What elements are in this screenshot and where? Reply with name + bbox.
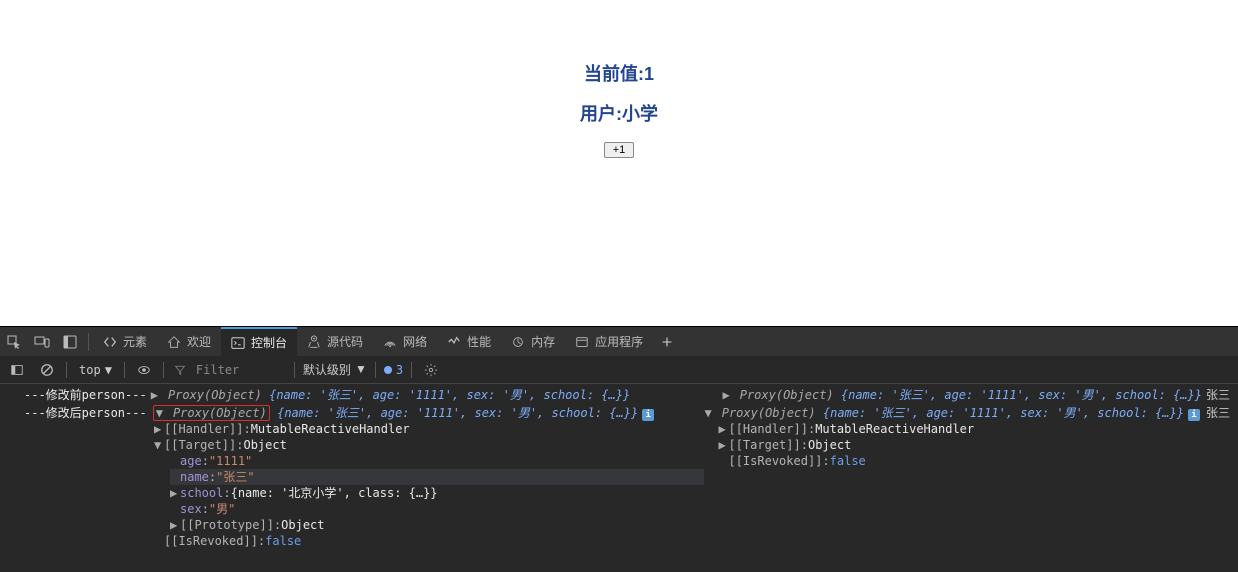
proxy-expanded[interactable]: ▼ Proxy(Object) {name: '张三', age: '1111'…: [704, 405, 1200, 421]
info-icon[interactable]: i: [1188, 409, 1200, 421]
filter-separator: [294, 362, 295, 378]
device-toggle-icon[interactable]: [28, 327, 56, 357]
toggle-sidebar-icon[interactable]: [6, 359, 28, 381]
filter-input[interactable]: [196, 363, 286, 377]
plus-one-button[interactable]: +1: [604, 142, 635, 158]
disclosure-right-icon[interactable]: ▶: [722, 387, 732, 403]
tab-network[interactable]: 网络: [373, 327, 437, 357]
tab-performance[interactable]: 性能: [437, 327, 501, 357]
context-selector[interactable]: top ▼: [75, 361, 116, 379]
tree-handler[interactable]: ▶[[Handler]]: MutableReactiveHandler: [718, 421, 1230, 437]
tab-elements-label: 元素: [123, 333, 147, 350]
tree-target[interactable]: ▶[[Target]]: Object: [718, 437, 1230, 453]
tree-prototype[interactable]: ▶[[Prototype]]: Object: [170, 517, 704, 533]
filter-icon: [172, 359, 188, 381]
disclosure-right-icon[interactable]: ▶: [154, 421, 164, 437]
tab-sources[interactable]: 源代码: [297, 327, 373, 357]
content-block: 当前值:1 用户:小学 +1: [580, 60, 658, 158]
filter-separator: [163, 362, 164, 378]
disclosure-down-icon[interactable]: ▼: [156, 405, 166, 421]
tab-application[interactable]: 应用程序: [565, 327, 653, 357]
tree-handler[interactable]: ▶[[Handler]]: MutableReactiveHandler: [154, 421, 704, 437]
disclosure-down-icon[interactable]: ▼: [154, 437, 164, 453]
disclosure-right-icon[interactable]: ▶: [718, 437, 728, 453]
tab-separator: [88, 333, 89, 351]
log-entry-after: ---修改后person--- ▼ Proxy(Object) {name: '…: [0, 404, 1238, 550]
current-value-heading: 当前值:1: [580, 60, 658, 86]
current-label: 当前值:: [584, 64, 644, 84]
log-level-selector[interactable]: 默认级别 ▼: [303, 361, 367, 378]
tab-welcome-label: 欢迎: [187, 333, 211, 350]
page-content: 当前值:1 用户:小学 +1: [0, 0, 1238, 326]
filter-separator: [411, 362, 412, 378]
log-label: ---修改前person---: [24, 387, 147, 403]
tree-target[interactable]: ▼[[Target]]: Object: [154, 437, 704, 453]
proxy-collapsed[interactable]: ▶ Proxy(Object) {name: '张三', age: '1111'…: [151, 387, 631, 403]
issue-dot-icon: [384, 366, 392, 374]
user-label: 用户:: [580, 104, 622, 124]
settings-icon[interactable]: [420, 359, 442, 381]
user-heading: 用户:小学: [580, 100, 658, 126]
tab-welcome[interactable]: 欢迎: [157, 327, 221, 357]
user-value: 小学: [622, 104, 658, 124]
proxy-collapsed[interactable]: ▶ Proxy(Object) {name: '张三', age: '1111'…: [722, 387, 1202, 403]
clear-console-icon[interactable]: [36, 359, 58, 381]
tab-network-label: 网络: [403, 333, 427, 350]
disclosure-right-icon[interactable]: ▶: [151, 387, 161, 403]
tree-sex[interactable]: sex: "男": [170, 501, 704, 517]
chevron-down-icon: ▼: [105, 363, 112, 377]
tree-age[interactable]: age: "1111": [170, 453, 704, 469]
info-icon[interactable]: i: [642, 409, 654, 421]
tree-school[interactable]: ▶school: {name: '北京小学', class: {…}}: [170, 485, 704, 501]
dock-icon[interactable]: [56, 327, 84, 357]
devtools-panel: 元素 欢迎 控制台 源代码 网络 性能 内存 应用程序: [0, 326, 1238, 572]
more-tabs-icon[interactable]: [653, 327, 681, 357]
tab-sources-label: 源代码: [327, 333, 363, 350]
current-value: 1: [644, 64, 654, 84]
log-label: ---修改后person---: [24, 405, 147, 421]
issues-count: 3: [396, 363, 403, 377]
live-expression-icon[interactable]: [133, 359, 155, 381]
tab-memory[interactable]: 内存: [501, 327, 565, 357]
tree-name[interactable]: name: "张三": [170, 469, 704, 485]
tab-console[interactable]: 控制台: [221, 327, 297, 357]
console-filter-bar: top ▼ 默认级别 ▼ 3: [0, 356, 1238, 384]
tab-performance-label: 性能: [467, 333, 491, 350]
tab-memory-label: 内存: [531, 333, 555, 350]
issues-button[interactable]: 3: [384, 363, 403, 377]
filter-separator: [375, 362, 376, 378]
proxy-expanded[interactable]: ▼ Proxy(Object) {name: '张三', age: '1111'…: [153, 405, 655, 421]
log-entry-before: ---修改前person--- ▶ Proxy(Object) {name: '…: [0, 386, 1238, 404]
disclosure-right-icon[interactable]: ▶: [718, 421, 728, 437]
console-output: ---修改前person--- ▶ Proxy(Object) {name: '…: [0, 384, 1238, 572]
tab-elements[interactable]: 元素: [93, 327, 157, 357]
tree-isrevoked[interactable]: [[IsRevoked]]: false: [718, 453, 1230, 469]
chevron-down-icon: ▼: [355, 362, 367, 377]
disclosure-down-icon[interactable]: ▼: [704, 405, 714, 421]
log-level-label: 默认级别: [303, 361, 351, 378]
source-link[interactable]: 张三: [1206, 405, 1230, 421]
tab-application-label: 应用程序: [595, 333, 643, 350]
devtools-tabs: 元素 欢迎 控制台 源代码 网络 性能 内存 应用程序: [0, 326, 1238, 356]
source-link[interactable]: 张三: [1206, 387, 1230, 403]
tree-isrevoked[interactable]: [[IsRevoked]]: false: [154, 533, 704, 549]
disclosure-right-icon[interactable]: ▶: [170, 485, 180, 501]
filter-separator: [124, 362, 125, 378]
inspect-icon[interactable]: [0, 327, 28, 357]
filter-separator: [66, 362, 67, 378]
tab-console-label: 控制台: [251, 334, 287, 351]
disclosure-right-icon[interactable]: ▶: [170, 517, 180, 533]
tree-target-children: age: "1111" name: "张三" ▶school: {name: '…: [154, 453, 704, 533]
context-top-label: top: [79, 363, 101, 377]
